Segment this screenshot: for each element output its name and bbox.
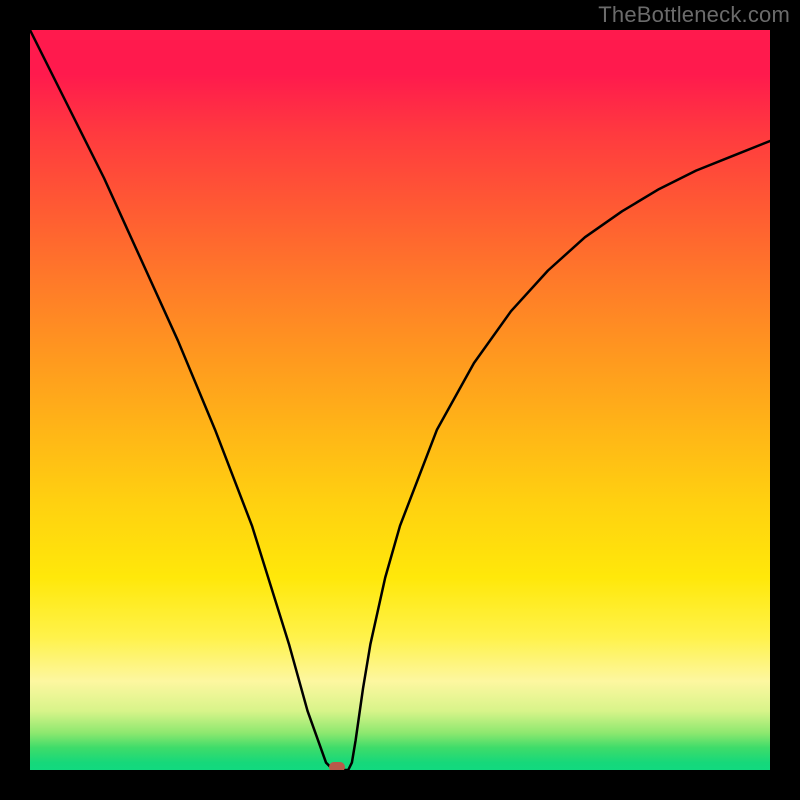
optimal-marker xyxy=(329,762,345,770)
plot-area xyxy=(30,30,770,770)
bottleneck-curve xyxy=(30,30,770,770)
watermark-text: TheBottleneck.com xyxy=(598,2,790,28)
chart-frame: TheBottleneck.com xyxy=(0,0,800,800)
